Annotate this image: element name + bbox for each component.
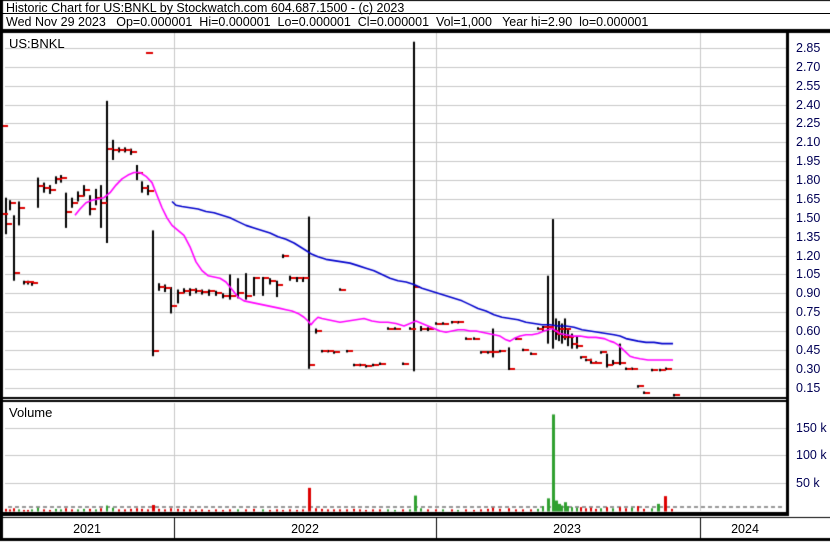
- price-tick-label: 0.45: [796, 342, 821, 357]
- price-tick-label: 2.25: [796, 116, 821, 131]
- stockwatch-chart-window: Historic Chart for US:BNKL by Stockwatch…: [0, 0, 830, 543]
- year-label: 2021: [73, 522, 101, 536]
- price-tick-label: 0.60: [796, 324, 821, 339]
- price-tick-label: 1.20: [796, 248, 821, 263]
- price-tick-label: 0.15: [796, 380, 821, 395]
- price-tick-label: 2.85: [796, 41, 821, 55]
- price-tick-label: 2.70: [796, 59, 821, 74]
- price-tick-label: 1.80: [796, 173, 821, 188]
- price-tick-label: 1.95: [796, 154, 821, 169]
- price-tick-label: 0.90: [796, 286, 821, 301]
- volume-tick-label: 150 k: [796, 420, 827, 435]
- quote-summary: Wed Nov 29 2023 Op=0.000001 Hi=0.000001 …: [6, 15, 649, 29]
- year-label: 2022: [291, 522, 319, 536]
- price-tick-label: 0.30: [796, 361, 821, 376]
- year-label: 2023: [553, 522, 581, 536]
- volume-pane-label: Volume: [9, 405, 53, 420]
- header-divider: [0, 13, 830, 14]
- price-tick-label: 0.75: [796, 305, 821, 320]
- symbol-label: US:BNKL: [9, 36, 65, 51]
- price-tick-label: 1.05: [796, 267, 821, 282]
- price-tick-label: 1.50: [796, 210, 821, 225]
- price-tick-label: 2.40: [796, 97, 821, 112]
- volume-tick-label: 50 k: [796, 475, 820, 490]
- price-tick-label: 2.10: [796, 135, 821, 150]
- year-label: 2024: [731, 522, 759, 536]
- price-tick-label: 2.55: [796, 78, 821, 93]
- chart-canvas: [0, 0, 830, 543]
- price-tick-label: 1.35: [796, 229, 821, 244]
- price-tick-label: 1.65: [796, 191, 821, 206]
- volume-tick-label: 100 k: [796, 448, 827, 463]
